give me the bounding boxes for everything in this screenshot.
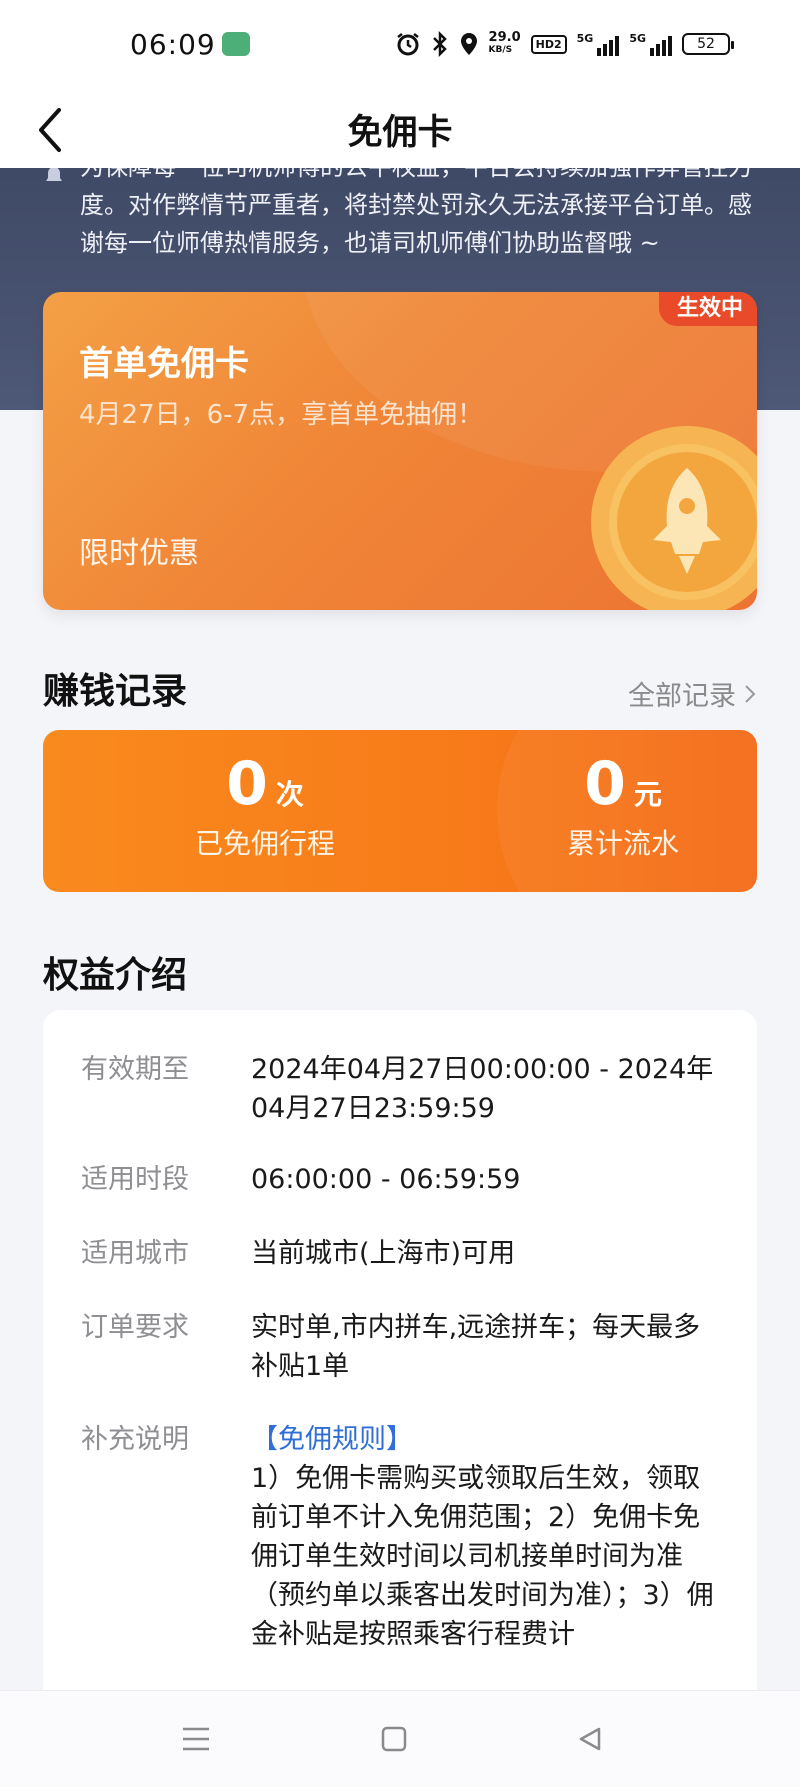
menu-icon: [183, 1727, 209, 1751]
row-label: 适用时段: [81, 1164, 189, 1195]
status-bar: 06:09 29.0 KB/S HD2 5G 5G 52: [0, 0, 800, 92]
network-speed-value: 29.0: [488, 30, 521, 45]
alarm-icon: [395, 30, 421, 58]
row-value: 2024年04月27日00:00:00 - 2024年04月27日23:59:5…: [251, 1054, 714, 1124]
revenue-unit: 元: [633, 778, 662, 811]
trips-stat: 0次 已免佣行程: [115, 748, 415, 862]
chevron-right-icon: [745, 684, 756, 703]
signal-icon-1: 5G: [577, 32, 620, 56]
trips-value: 0: [226, 749, 268, 819]
benefit-row-notes: 补充说明 【免佣规则】 1）免佣卡需购买或领取后生效，领取前订单不计入免佣范围；…: [81, 1420, 721, 1654]
status-badge: 生效中: [658, 292, 757, 326]
page-title: 免佣卡: [347, 113, 453, 153]
row-label: 补充说明: [81, 1424, 189, 1455]
bell-icon: [46, 168, 62, 181]
network-speed-unit: KB/S: [488, 45, 513, 55]
network-speed: 29.0 KB/S: [488, 30, 521, 56]
location-icon: [459, 30, 479, 58]
home-button[interactable]: [372, 1717, 416, 1761]
benefits-section-title: 权益介绍: [43, 955, 188, 996]
row-label: 适用城市: [81, 1238, 189, 1269]
signal-2-label: 5G: [629, 32, 646, 45]
hd-voice-icon: HD2: [530, 34, 567, 54]
rule-text: 1）免佣卡需购买或领取后生效，领取前订单不计入免佣范围；2）免佣卡免佣订单生效时…: [251, 1463, 714, 1650]
row-value: 当前城市(上海市)可用: [251, 1238, 516, 1269]
rocket-coin-icon: [591, 426, 757, 610]
square-home-icon: [381, 1726, 407, 1752]
signal-1-label: 5G: [576, 32, 594, 45]
all-records-label: 全部记录: [628, 681, 736, 712]
revenue-label: 累计流水: [566, 827, 679, 860]
promo-title: 首单免佣卡: [79, 344, 249, 384]
revenue-value: 0: [584, 749, 626, 819]
revenue-stat: 0元 累计流水: [473, 748, 757, 862]
battery-icon: 52: [682, 33, 734, 55]
nav-bar: 免佣卡: [0, 92, 800, 168]
row-label: 订单要求: [81, 1312, 189, 1343]
benefit-row-order-requirement: 订单要求 实时单,市内拼车,远途拼车；每天最多补贴1单: [81, 1308, 721, 1386]
benefit-row-city: 适用城市 当前城市(上海市)可用: [81, 1234, 721, 1274]
promo-card[interactable]: 生效中 首单免佣卡 4月27日，6-7点，享首单免抽佣！ 限时优惠: [43, 292, 757, 610]
menu-button[interactable]: [174, 1717, 218, 1761]
status-icons: 29.0 KB/S HD2 5G 5G 52: [395, 30, 734, 58]
promo-tag: 限时优惠: [79, 536, 199, 571]
benefit-row-validity: 有效期至 2024年04月27日00:00:00 - 2024年04月27日23…: [81, 1050, 721, 1128]
trips-label: 已免佣行程: [194, 827, 335, 860]
app-notification-icon: [222, 32, 250, 56]
earnings-section-title: 赚钱记录: [43, 671, 188, 712]
rule-title: 【免佣规则】: [251, 1424, 413, 1455]
trips-unit: 次: [275, 778, 304, 811]
all-records-link[interactable]: 全部记录: [628, 674, 756, 713]
triangle-back-icon: [579, 1727, 601, 1751]
bluetooth-icon: [431, 30, 449, 58]
status-time: 06:09: [130, 28, 216, 61]
row-value: 06:00:00 - 06:59:59: [251, 1164, 521, 1195]
system-back-button[interactable]: [568, 1717, 612, 1761]
row-value: 实时单,市内拼车,远途拼车；每天最多补贴1单: [251, 1312, 701, 1382]
row-label: 有效期至: [81, 1054, 189, 1085]
benefit-row-time-window: 适用时段 06:00:00 - 06:59:59: [81, 1160, 721, 1200]
system-nav-bar: [0, 1690, 800, 1787]
benefits-card: 有效期至 2024年04月27日00:00:00 - 2024年04月27日23…: [43, 1010, 757, 1730]
row-value: 【免佣规则】 1）免佣卡需购买或领取后生效，领取前订单不计入免佣范围；2）免佣卡…: [251, 1420, 721, 1654]
earnings-card: 0次 已免佣行程 0元 累计流水: [43, 730, 757, 892]
signal-icon-2: 5G: [629, 32, 672, 56]
notice-text: 为保障每一位司机师傅的公平权益，平台会持续加强作弊管控力度。对作弊情节严重者，将…: [80, 168, 752, 257]
promo-subtitle: 4月27日，6-7点，享首单免抽佣！: [79, 400, 484, 430]
